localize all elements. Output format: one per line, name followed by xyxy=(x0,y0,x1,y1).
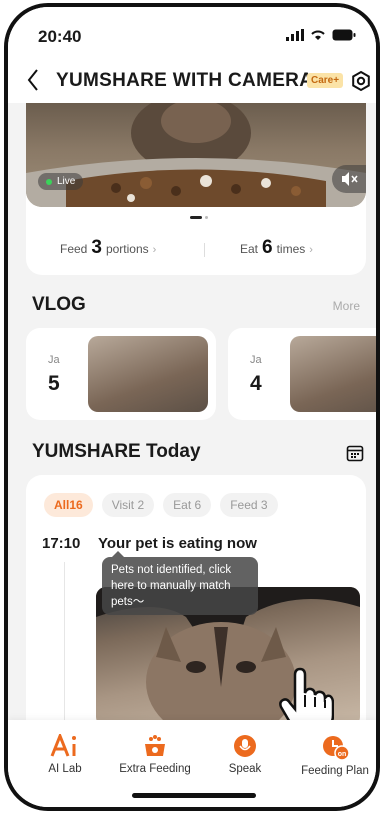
wifi-icon xyxy=(311,30,325,40)
live-indicator: Live xyxy=(38,173,84,190)
vlog-item[interactable]: Ja 5 xyxy=(26,328,216,420)
page-indicator xyxy=(190,216,208,219)
live-dot-icon xyxy=(46,178,52,185)
feed-value: 3 xyxy=(91,237,102,258)
vlog-title: VLOG xyxy=(32,294,86,315)
vlog-more-link[interactable]: More xyxy=(333,299,360,313)
pet-match-tooltip[interactable]: Pets not identified, click here to manua… xyxy=(102,551,258,615)
signal-icon xyxy=(286,29,304,41)
chevron-right-icon: › xyxy=(152,244,157,256)
event-description: Your pet is eating now xyxy=(98,535,257,552)
live-video[interactable]: Live xyxy=(26,103,366,207)
vlog-item[interactable]: Ja 4 xyxy=(228,328,376,420)
care-plus-badge[interactable]: Care+ xyxy=(307,73,344,88)
status-time: 20:40 xyxy=(38,27,82,46)
settings-icon[interactable] xyxy=(350,70,372,92)
filter-chip-visit[interactable]: Visit 2 xyxy=(101,493,155,517)
tab-extra-feeding[interactable]: Extra Feeding xyxy=(110,734,200,775)
page-title: YUMSHARE WITH CAMERA xyxy=(56,70,314,91)
eat-value: 6 xyxy=(262,237,273,258)
page-dot xyxy=(205,216,208,219)
home-indicator xyxy=(132,793,256,798)
event-time: 17:10 xyxy=(42,535,81,552)
filter-chip-feed[interactable]: Feed 3 xyxy=(220,493,278,517)
ai-icon xyxy=(50,734,76,757)
vlog-day: 5 xyxy=(48,372,60,395)
clock-on-icon: on xyxy=(323,736,349,760)
filter-chip-all[interactable]: All16 xyxy=(44,493,93,517)
tab-label: Extra Feeding xyxy=(119,763,191,775)
status-icons xyxy=(286,29,356,41)
bowl-icon xyxy=(145,735,165,756)
tab-label: Speak xyxy=(228,763,262,775)
mic-icon xyxy=(234,735,256,757)
tab-label: Feeding Plan xyxy=(301,765,369,777)
live-label: Live xyxy=(57,176,76,187)
eat-stat[interactable]: Eat 6 times › xyxy=(240,237,313,259)
vlog-month: Ja xyxy=(48,354,60,366)
speaker-muted-icon xyxy=(342,172,358,186)
vlog-thumbnail xyxy=(88,336,208,412)
timeline-line xyxy=(64,562,65,722)
tab-feeding-plan[interactable]: on Feeding Plan xyxy=(290,734,376,777)
filter-chips: All16 Visit 2 Eat 6 Feed 3 xyxy=(44,493,278,517)
eat-label: Eat xyxy=(240,242,259,256)
vlog-thumbnail xyxy=(290,336,376,412)
mute-button[interactable] xyxy=(332,165,366,193)
today-title: YUMSHARE Today xyxy=(32,441,201,462)
nav-bar: YUMSHARE WITH CAMERA Care+ xyxy=(8,59,376,103)
tab-ai-lab[interactable]: AI Lab xyxy=(20,734,110,775)
page-dot-active xyxy=(190,216,202,219)
tab-speak[interactable]: Speak xyxy=(200,734,290,775)
vlog-day: 4 xyxy=(250,372,262,395)
feed-unit: portions xyxy=(105,242,149,256)
feed-stat[interactable]: Feed 3 portions › xyxy=(60,237,156,259)
svg-text:on: on xyxy=(338,751,347,758)
feed-label: Feed xyxy=(60,242,88,256)
vlog-month: Ja xyxy=(250,354,262,366)
cat-food-image xyxy=(26,103,366,207)
chevron-right-icon: › xyxy=(309,244,313,256)
battery-icon xyxy=(332,29,356,41)
status-bar: 20:40 xyxy=(8,7,376,59)
filter-chip-eat[interactable]: Eat 6 xyxy=(163,493,212,517)
tab-label: AI Lab xyxy=(48,763,82,775)
calendar-icon[interactable] xyxy=(346,444,364,462)
back-icon[interactable] xyxy=(26,67,40,93)
stat-divider xyxy=(204,243,205,257)
eat-unit: times xyxy=(276,242,306,256)
phone-frame: 20:40 YUMSHARE WITH CAMERA Care+ Live Fe… xyxy=(4,3,380,811)
